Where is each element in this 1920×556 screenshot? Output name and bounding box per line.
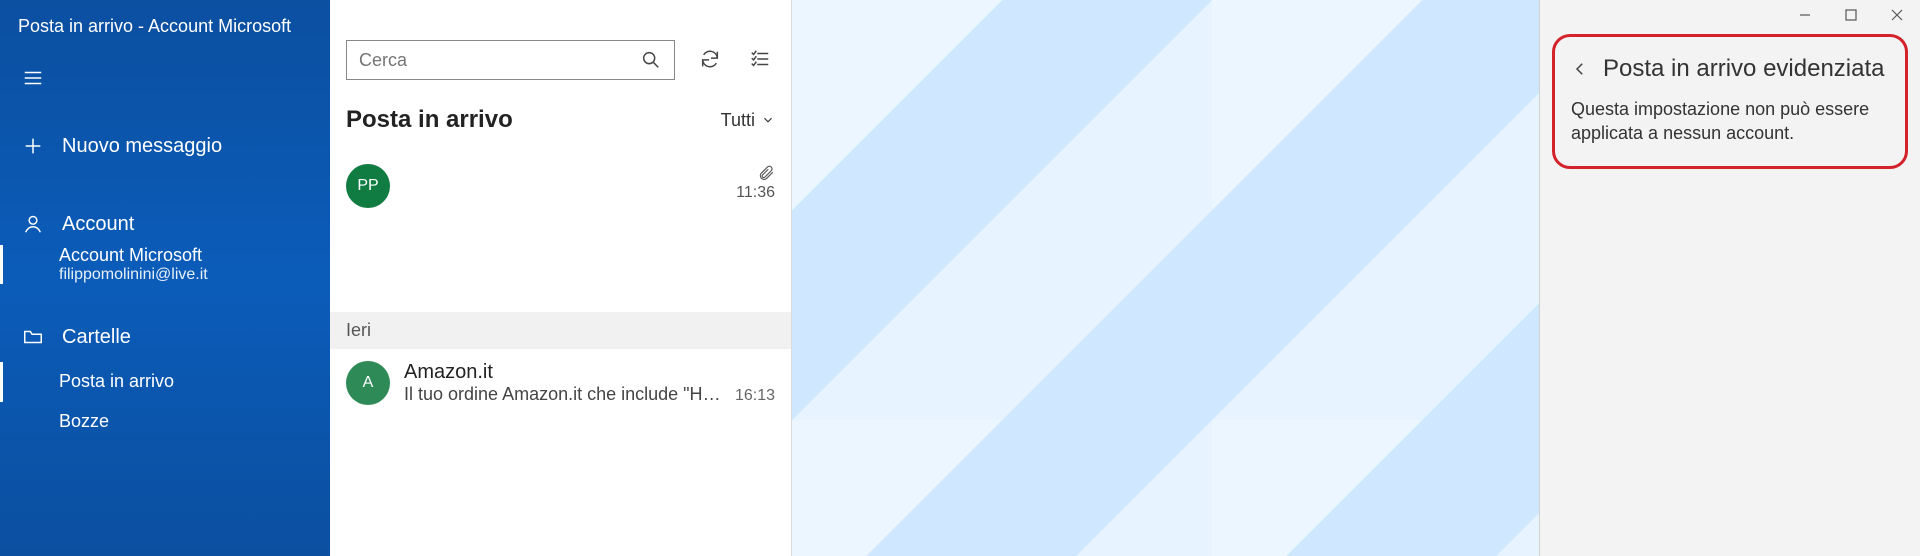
window-controls (1540, 0, 1920, 30)
filter-dropdown[interactable]: Tutti (721, 110, 775, 131)
list-header: Posta in arrivo Tutti (330, 92, 791, 152)
message-time: 16:13 (735, 387, 775, 405)
sync-icon (699, 48, 721, 70)
message-body: 11:36 (404, 164, 775, 300)
search-icon (640, 49, 662, 71)
window-title: Posta in arrivo - Account Microsoft (0, 10, 330, 53)
nav-sidebar: Posta in arrivo - Account Microsoft Nuov… (0, 0, 330, 556)
search-input[interactable] (359, 50, 640, 71)
accounts-label: Account (62, 213, 134, 235)
settings-panel: Posta in arrivo evidenziata Questa impos… (1540, 0, 1920, 556)
folder-label: Posta in arrivo (59, 372, 174, 392)
sync-button[interactable] (695, 44, 725, 77)
maximize-button[interactable] (1828, 0, 1874, 30)
person-icon (22, 213, 44, 235)
folder-inbox[interactable]: Posta in arrivo (0, 362, 330, 402)
folder-icon (22, 326, 44, 348)
sender: Amazon.it (404, 361, 493, 384)
reading-pane-background (792, 0, 1540, 556)
avatar: A (346, 361, 390, 405)
checklist-icon (749, 48, 771, 70)
avatar: PP (346, 164, 390, 208)
account-name: Account Microsoft (59, 245, 330, 266)
minimize-icon (1798, 8, 1812, 22)
chevron-down-icon (761, 113, 775, 127)
new-message-label: Nuovo messaggio (62, 135, 222, 157)
new-message-button[interactable]: Nuovo messaggio (0, 121, 330, 171)
maximize-icon (1844, 8, 1858, 22)
list-title: Posta in arrivo (346, 106, 513, 134)
minimize-button[interactable] (1782, 0, 1828, 30)
message-preview: Il tuo ordine Amazon.it che include "HP … (404, 384, 727, 405)
message-meta: 11:36 (736, 164, 775, 202)
message-item[interactable]: A Amazon.it Il tuo ordine Amazon.it che … (330, 349, 791, 417)
settings-title: Posta in arrivo evidenziata (1603, 55, 1884, 83)
close-button[interactable] (1874, 0, 1920, 30)
date-separator: Ieri (330, 312, 791, 349)
folder-label: Bozze (59, 412, 109, 432)
settings-text: Questa impostazione non può essere appli… (1571, 97, 1889, 146)
message-body: Amazon.it Il tuo ordine Amazon.it che in… (404, 361, 775, 405)
search-field[interactable] (346, 40, 675, 80)
attachment-icon (757, 164, 775, 182)
hamburger-button[interactable] (0, 53, 330, 103)
accounts-header[interactable]: Account (0, 199, 330, 249)
message-list-column: Posta in arrivo Tutti PP 11:36 Ieri (330, 0, 792, 556)
filter-label: Tutti (721, 110, 755, 131)
plus-icon (22, 135, 44, 157)
message-time: 11:36 (736, 184, 775, 202)
message-item[interactable]: PP 11:36 (330, 152, 791, 312)
folders-label: Cartelle (62, 326, 131, 348)
account-entry[interactable]: Account Microsoft filippomolinini@live.i… (0, 245, 330, 284)
mail-app: Posta in arrivo - Account Microsoft Nuov… (0, 0, 1920, 556)
back-button[interactable] (1571, 60, 1589, 78)
select-mode-button[interactable] (745, 44, 775, 77)
folders-header[interactable]: Cartelle (0, 312, 330, 362)
list-toolbar (330, 0, 791, 92)
focused-inbox-callout: Posta in arrivo evidenziata Questa impos… (1552, 34, 1908, 169)
close-icon (1890, 8, 1904, 22)
folder-drafts[interactable]: Bozze (0, 402, 330, 432)
hamburger-icon (22, 67, 44, 89)
account-email: filippomolinini@live.it (59, 266, 330, 284)
